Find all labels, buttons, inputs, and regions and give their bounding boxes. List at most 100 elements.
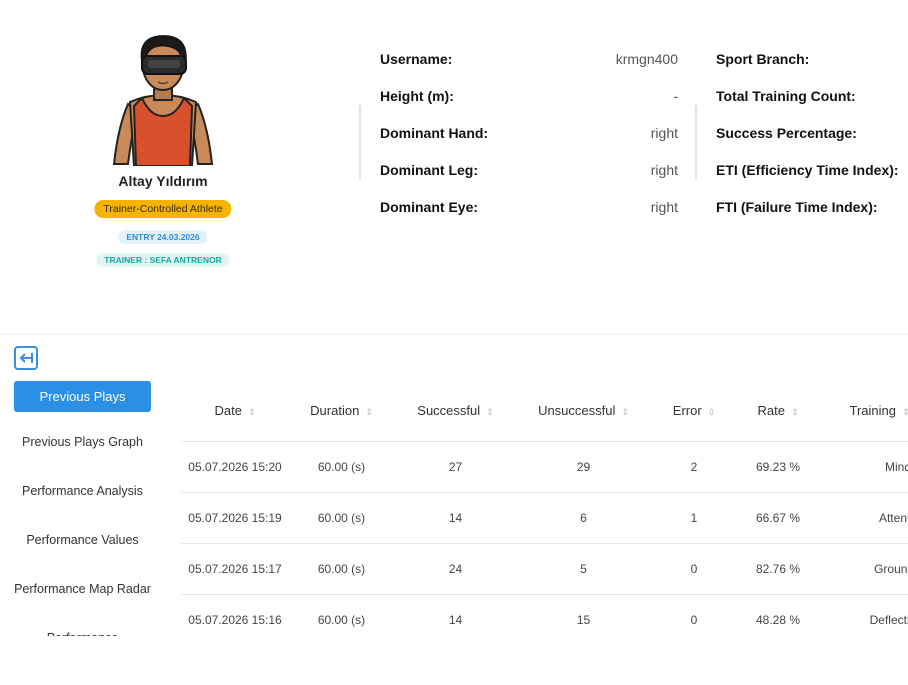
cell-duration: 60.00 (s) [289, 594, 394, 636]
table-row[interactable]: 05.07.2026 15:16 60.00 (s) 14 15 0 48.28… [181, 594, 908, 636]
cell-successful: 14 [394, 492, 517, 544]
cell-unsuccessful: 29 [517, 441, 650, 493]
athlete-info-left: Username: krmgn400 Height (m): - Dominan… [380, 40, 678, 225]
arrow-left-icon [19, 353, 33, 363]
cell-rate: 69.23 % [738, 441, 818, 493]
column-header-duration[interactable]: Duration ⇕ [289, 380, 394, 442]
info-row-sport-branch: Sport Branch: [716, 40, 908, 77]
info-row-total-training: Total Training Count: [716, 77, 908, 114]
cell-unsuccessful: 15 [517, 594, 650, 636]
cell-unsuccessful: 6 [517, 492, 650, 544]
info-label: Dominant Leg: [380, 161, 478, 178]
athlete-type-wrap: Trainer-Controlled Athlete [63, 200, 263, 220]
info-row-dominant-hand: Dominant Hand: right [380, 114, 678, 151]
info-label: Success Percentage: [716, 124, 857, 141]
cell-error: 2 [650, 441, 738, 493]
athlete-avatar [112, 35, 214, 166]
sort-icon[interactable]: ⇕ [365, 407, 373, 417]
entry-date-badge: ENTRY 24.03.2026 [118, 230, 208, 244]
menu-item-performance-values[interactable]: Performance Values [14, 521, 151, 559]
column-label: Successful [417, 402, 481, 418]
info-row-success-percentage: Success Percentage: [716, 114, 908, 151]
column-header-unsuccessful[interactable]: Unsuccessful ⇕ [517, 380, 650, 442]
cell-date: 05.07.2026 15:17 [181, 543, 289, 595]
cell-successful: 24 [394, 543, 517, 595]
table-row[interactable]: 05.07.2026 15:17 60.00 (s) 24 5 0 82.76 … [181, 543, 908, 595]
info-value: - [673, 87, 678, 104]
info-row-height: Height (m): - [380, 77, 678, 114]
info-row-dominant-leg: Dominant Leg: right [380, 151, 678, 188]
athlete-info-right: Sport Branch: Total Training Count: Succ… [716, 40, 908, 225]
info-row-eti: ETI (Efficiency Time Index): [716, 151, 908, 188]
trainer-badge: TRAINER : SEFA ANTRENOR [96, 253, 230, 267]
cell-training: Attention W [818, 492, 908, 544]
divider [359, 105, 361, 179]
cell-training: Deflection Po [818, 594, 908, 636]
info-label: Total Training Count: [716, 87, 856, 104]
info-value: right [650, 161, 678, 178]
column-header-error[interactable]: Error ⇕ [650, 380, 738, 442]
column-label: Training [849, 402, 896, 418]
cell-date: 05.07.2026 15:19 [181, 492, 289, 544]
info-label: Dominant Hand: [380, 124, 489, 141]
info-value: right [650, 198, 678, 215]
table-row[interactable]: 05.07.2026 15:20 60.00 (s) 27 29 2 69.23… [181, 441, 908, 493]
analysis-menu: Previous Plays Previous Plays Graph Perf… [14, 381, 151, 636]
cell-rate: 48.28 % [738, 594, 818, 636]
table-header-row: Date ⇕ Duration ⇕ Successful ⇕ Unsuccessful… [181, 380, 908, 442]
previous-plays-table: Date ⇕ Duration ⇕ Successful ⇕ Unsuccessful… [181, 380, 908, 636]
previous-plays-table-wrap: Date ⇕ Duration ⇕ Successful ⇕ Unsuccessful… [181, 380, 908, 636]
cell-successful: 14 [394, 594, 517, 636]
cell-date: 05.07.2026 15:16 [181, 594, 289, 636]
cell-training: Ground Wav [818, 543, 908, 595]
cell-error: 0 [650, 594, 738, 636]
menu-item-performance-map-radar[interactable]: Performance Map Radar [14, 570, 151, 608]
cell-duration: 60.00 (s) [289, 441, 394, 493]
trainer-wrap: TRAINER : SEFA ANTRENOR [63, 253, 263, 273]
cell-training: Mind Filter [818, 441, 908, 493]
cell-date: 05.07.2026 15:20 [181, 441, 289, 493]
info-value: right [650, 124, 678, 141]
column-label: Unsuccessful [538, 402, 616, 418]
sort-icon[interactable]: ⇕ [708, 407, 716, 417]
divider [695, 105, 697, 179]
menu-item-previous-plays-graph[interactable]: Previous Plays Graph [14, 423, 151, 461]
sort-icon[interactable]: ⇕ [791, 407, 799, 417]
sort-icon[interactable]: ⇕ [486, 407, 494, 417]
cell-successful: 27 [394, 441, 517, 493]
table-row[interactable]: 05.07.2026 15:19 60.00 (s) 14 6 1 66.67 … [181, 492, 908, 544]
sort-icon[interactable]: ⇕ [902, 407, 908, 417]
info-row-dominant-eye: Dominant Eye: right [380, 188, 678, 225]
cell-duration: 60.00 (s) [289, 543, 394, 595]
column-label: Duration [310, 402, 360, 418]
info-label: Sport Branch: [716, 50, 810, 67]
cell-rate: 82.76 % [738, 543, 818, 595]
column-header-training[interactable]: Training ⇕ [818, 380, 908, 442]
sort-icon[interactable]: ⇕ [248, 407, 256, 417]
profile-panel: Altay Yıldırım Trainer-Controlled Athlet… [0, 0, 908, 335]
column-header-successful[interactable]: Successful ⇕ [394, 380, 517, 442]
column-label: Error [672, 402, 702, 418]
athlete-type-badge: Trainer-Controlled Athlete [94, 200, 232, 218]
athlete-name: Altay Yıldırım [118, 173, 208, 189]
info-row-fti: FTI (Failure Time Index): [716, 188, 908, 225]
cell-rate: 66.67 % [738, 492, 818, 544]
column-label: Date [214, 402, 242, 418]
collapse-sidebar-button[interactable] [14, 346, 38, 370]
menu-item-performance[interactable]: Performance [14, 619, 151, 636]
info-value: krmgn400 [615, 50, 678, 67]
cell-error: 1 [650, 492, 738, 544]
cell-duration: 60.00 (s) [289, 492, 394, 544]
column-label: Rate [757, 402, 785, 418]
info-label: Height (m): [380, 87, 454, 104]
info-row-username: Username: krmgn400 [380, 40, 678, 77]
menu-item-previous-plays[interactable]: Previous Plays [14, 381, 151, 412]
cell-unsuccessful: 5 [517, 543, 650, 595]
info-label: Username: [380, 50, 453, 67]
menu-item-performance-analysis[interactable]: Performance Analysis [14, 472, 151, 510]
column-header-date[interactable]: Date ⇕ [181, 380, 289, 442]
info-label: FTI (Failure Time Index): [716, 198, 878, 215]
sort-icon[interactable]: ⇕ [621, 407, 629, 417]
info-label: ETI (Efficiency Time Index): [716, 161, 899, 178]
column-header-rate[interactable]: Rate ⇕ [738, 380, 818, 442]
